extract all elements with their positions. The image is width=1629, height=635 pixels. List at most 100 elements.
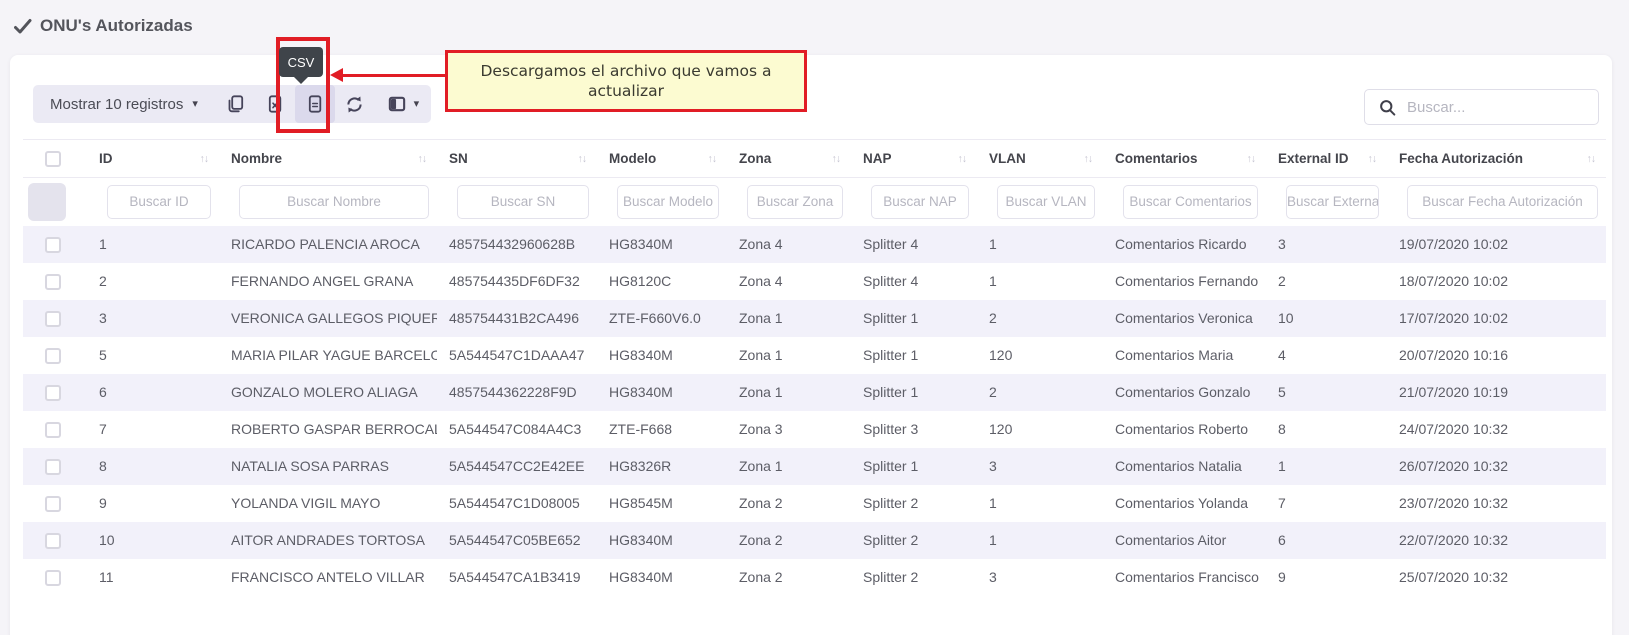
row-select-cell: [23, 374, 87, 411]
row-checkbox[interactable]: [45, 459, 61, 475]
cell-fecha-autorizacion: 25/07/2020 10:32: [1387, 559, 1606, 596]
cell-zona: Zona 1: [727, 374, 851, 411]
filter-cell-external-id: [1266, 178, 1387, 226]
cell-sn: 5A544547C1DAAA47: [437, 337, 597, 374]
row-checkbox[interactable]: [45, 570, 61, 586]
column-header-sn[interactable]: SN↑↓: [437, 140, 597, 178]
excel-button[interactable]: [255, 85, 295, 123]
sort-icon: ↑↓: [1084, 153, 1093, 165]
row-checkbox[interactable]: [45, 311, 61, 327]
cell-modelo: HG8340M: [597, 522, 727, 559]
cell-id: 6: [87, 374, 219, 411]
row-checkbox[interactable]: [45, 348, 61, 364]
column-visibility-button[interactable]: ▾: [375, 85, 431, 123]
csv-file-icon: [305, 94, 325, 114]
cell-id: 9: [87, 485, 219, 522]
cell-zona: Zona 2: [727, 559, 851, 596]
column-header-vlan[interactable]: VLAN↑↓: [977, 140, 1103, 178]
filter-input-vlan[interactable]: [997, 185, 1095, 219]
cell-vlan: 1: [977, 522, 1103, 559]
filter-cell-sn: [437, 178, 597, 226]
cell-nap: Splitter 1: [851, 374, 977, 411]
cell-nap: Splitter 2: [851, 522, 977, 559]
sort-icon: ↑↓: [708, 153, 717, 165]
column-label: ID: [99, 151, 113, 166]
column-header-external-id[interactable]: External ID↑↓: [1266, 140, 1387, 178]
cell-nombre: NATALIA SOSA PARRAS: [219, 448, 437, 485]
table-row: 10AITOR ANDRADES TORTOSA5A544547C05BE652…: [23, 522, 1606, 559]
cell-external-id: 8: [1266, 411, 1387, 448]
annotation-arrow: [342, 74, 445, 77]
cell-nap: Splitter 4: [851, 226, 977, 263]
row-checkbox[interactable]: [45, 496, 61, 512]
filter-lead-box: [28, 183, 66, 221]
filter-cell-fecha-autorizacion: [1387, 178, 1606, 226]
row-checkbox[interactable]: [45, 237, 61, 253]
cell-nombre: RICARDO PALENCIA AROCA: [219, 226, 437, 263]
column-header-nap[interactable]: NAP ↑↓: [851, 140, 977, 178]
filter-input-nap[interactable]: [871, 185, 969, 219]
table-row: 1RICARDO PALENCIA AROCA485754432960628BH…: [23, 226, 1606, 263]
cell-external-id: 3: [1266, 226, 1387, 263]
filter-input-modelo[interactable]: [617, 185, 719, 219]
row-checkbox[interactable]: [45, 533, 61, 549]
column-header-id[interactable]: ID↑↓: [87, 140, 219, 178]
cell-sn: 5A544547C1D08005: [437, 485, 597, 522]
column-header-fecha-autorizacion[interactable]: Fecha Autorización↑↓: [1387, 140, 1606, 178]
filter-input-fecha-autorizacion[interactable]: [1407, 185, 1598, 219]
sort-icon: ↑↓: [832, 153, 841, 165]
cell-external-id: 5: [1266, 374, 1387, 411]
filter-cell-zona: [727, 178, 851, 226]
search-icon: [1378, 98, 1397, 117]
length-menu-label: Mostrar 10 registros: [50, 96, 183, 113]
row-checkbox[interactable]: [45, 385, 61, 401]
cell-nombre: YOLANDA VIGIL MAYO: [219, 485, 437, 522]
table-row: 3VERONICA GALLEGOS PIQUER485754431B2CA49…: [23, 300, 1606, 337]
filter-input-sn[interactable]: [457, 185, 589, 219]
column-label: Zona: [739, 151, 771, 166]
row-checkbox[interactable]: [45, 422, 61, 438]
cell-fecha-autorizacion: 17/07/2020 10:02: [1387, 300, 1606, 337]
cell-sn: 5A544547CA1B3419: [437, 559, 597, 596]
cell-sn: 485754432960628B: [437, 226, 597, 263]
refresh-button[interactable]: [335, 85, 375, 123]
cell-external-id: 2: [1266, 263, 1387, 300]
filter-input-id[interactable]: [107, 185, 211, 219]
column-header-zona[interactable]: Zona ↑↓: [727, 140, 851, 178]
filter-cell-id: [87, 178, 219, 226]
cell-fecha-autorizacion: 26/07/2020 10:32: [1387, 448, 1606, 485]
sort-icon: ↑↓: [958, 153, 967, 165]
page-title: ONU's Autorizadas: [14, 16, 193, 36]
filter-input-comentarios[interactable]: [1123, 185, 1258, 219]
cell-nombre: GONZALO MOLERO ALIAGA: [219, 374, 437, 411]
filter-input-nombre[interactable]: [239, 185, 429, 219]
cell-modelo: HG8340M: [597, 559, 727, 596]
cell-vlan: 1: [977, 485, 1103, 522]
cell-comentarios: Comentarios Natalia: [1103, 448, 1266, 485]
filter-input-zona[interactable]: [747, 185, 843, 219]
cell-nombre: AITOR ANDRADES TORTOSA: [219, 522, 437, 559]
filter-cell-modelo: [597, 178, 727, 226]
sort-icon: ↑↓: [1247, 153, 1256, 165]
filter-input-external-id[interactable]: [1286, 185, 1379, 219]
table-row: 7ROBERTO GASPAR BERROCAL5A544547C084A4C3…: [23, 411, 1606, 448]
cell-modelo: HG8340M: [597, 337, 727, 374]
select-all-checkbox[interactable]: [45, 151, 61, 167]
column-header-nombre[interactable]: Nombre↑↓: [219, 140, 437, 178]
cell-nap: Splitter 2: [851, 559, 977, 596]
column-label: NAP: [863, 151, 892, 166]
search-input[interactable]: [1407, 99, 1598, 116]
row-select-cell: [23, 263, 87, 300]
copy-button[interactable]: [215, 85, 255, 123]
cell-modelo: ZTE-F660V6.0: [597, 300, 727, 337]
length-menu-button[interactable]: Mostrar 10 registros ▾: [33, 85, 215, 123]
column-header-modelo[interactable]: Modelo ↑↓: [597, 140, 727, 178]
row-select-cell: [23, 522, 87, 559]
csv-button[interactable]: [295, 85, 335, 123]
cell-zona: Zona 2: [727, 522, 851, 559]
column-label: Nombre: [231, 151, 282, 166]
row-checkbox[interactable]: [45, 274, 61, 290]
column-header-comentarios[interactable]: Comentarios↑↓: [1103, 140, 1266, 178]
cell-comentarios: Comentarios Aitor: [1103, 522, 1266, 559]
column-label: Modelo: [609, 151, 656, 166]
